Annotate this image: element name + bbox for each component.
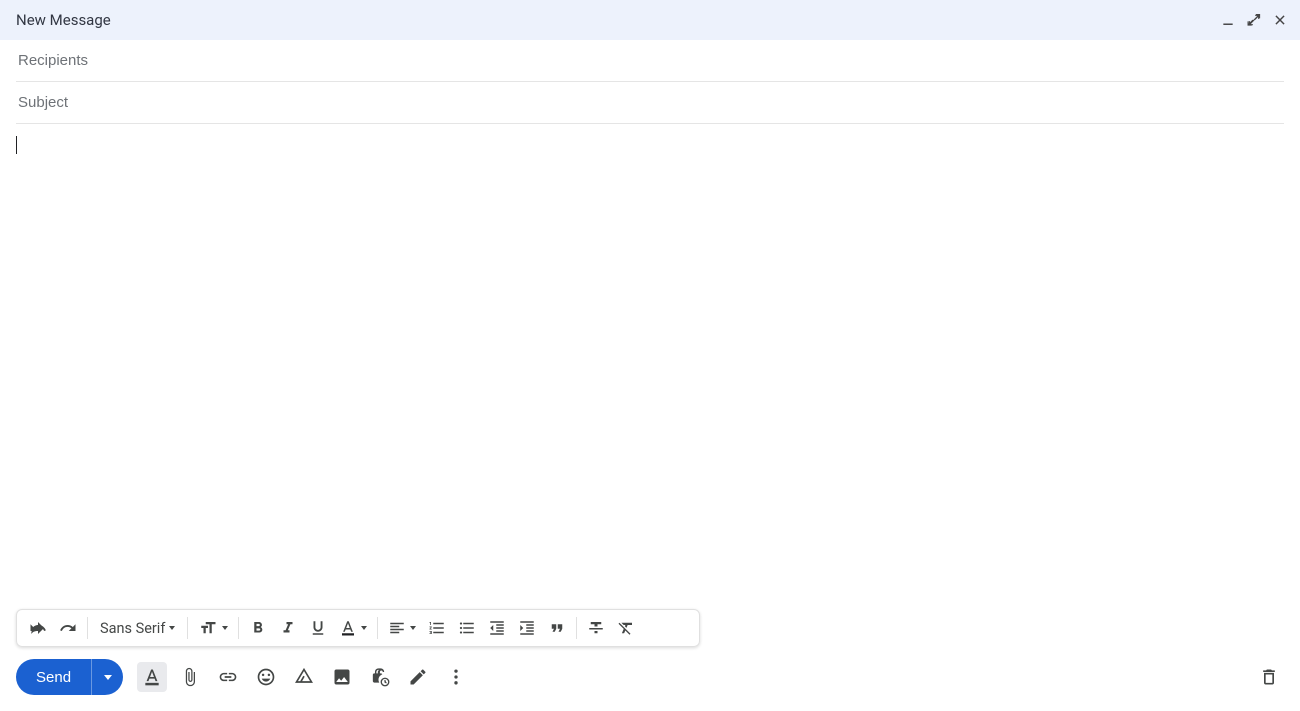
font-size-button[interactable] xyxy=(192,613,234,643)
remove-formatting-icon xyxy=(617,619,635,637)
redo-button[interactable] xyxy=(53,613,83,643)
window-controls xyxy=(1220,12,1288,28)
compose-fields xyxy=(0,40,1300,124)
more-options-button[interactable] xyxy=(441,662,471,692)
send-button-group: Send xyxy=(16,659,123,695)
redo-icon xyxy=(59,619,77,637)
text-color-icon xyxy=(339,619,357,637)
insert-signature-button[interactable] xyxy=(403,662,433,692)
remove-formatting-button[interactable] xyxy=(611,613,641,643)
caret-down-icon xyxy=(222,626,228,630)
bold-icon xyxy=(249,619,267,637)
subject-input[interactable] xyxy=(16,82,1284,123)
quote-icon xyxy=(548,619,566,637)
italic-icon xyxy=(279,619,297,637)
indent-less-button[interactable] xyxy=(482,613,512,643)
indent-more-icon xyxy=(518,619,536,637)
undo-button[interactable] xyxy=(23,613,53,643)
formatting-toolbar: Sans Serif xyxy=(16,609,700,647)
compose-window: New Message xyxy=(0,0,1300,711)
strikethrough-button[interactable] xyxy=(581,613,611,643)
insert-drive-button[interactable] xyxy=(289,662,319,692)
underline-icon xyxy=(309,619,327,637)
italic-button[interactable] xyxy=(273,613,303,643)
trash-icon xyxy=(1259,667,1279,687)
font-family-selector[interactable]: Sans Serif xyxy=(92,613,183,643)
compose-action-bar: Send xyxy=(0,655,1300,711)
minimize-button[interactable] xyxy=(1220,12,1236,28)
message-body[interactable] xyxy=(0,124,1300,609)
indent-more-button[interactable] xyxy=(512,613,542,643)
underline-button[interactable] xyxy=(303,613,333,643)
subject-row xyxy=(16,82,1284,124)
compose-title: New Message xyxy=(16,11,1220,29)
strikethrough-icon xyxy=(587,619,605,637)
indent-less-icon xyxy=(488,619,506,637)
close-icon xyxy=(1273,13,1287,27)
formatting-options-button[interactable] xyxy=(137,662,167,692)
font-size-icon xyxy=(198,619,218,637)
lock-clock-icon xyxy=(370,667,390,687)
close-button[interactable] xyxy=(1272,12,1288,28)
insert-emoji-button[interactable] xyxy=(251,662,281,692)
insert-photo-button[interactable] xyxy=(327,662,357,692)
align-button[interactable] xyxy=(382,613,422,643)
bulleted-list-button[interactable] xyxy=(452,613,482,643)
send-options-button[interactable] xyxy=(91,659,123,695)
paperclip-icon xyxy=(180,667,200,687)
compose-header: New Message xyxy=(0,0,1300,40)
undo-icon xyxy=(29,619,47,637)
quote-button[interactable] xyxy=(542,613,572,643)
caret-down-icon xyxy=(169,626,175,630)
pen-icon xyxy=(408,667,428,687)
recipients-row xyxy=(16,40,1284,82)
font-family-label: Sans Serif xyxy=(100,620,165,637)
caret-down-icon xyxy=(410,626,416,630)
numbered-list-icon xyxy=(428,619,446,637)
text-color-button[interactable] xyxy=(333,613,373,643)
image-icon xyxy=(332,667,352,687)
bold-button[interactable] xyxy=(243,613,273,643)
align-icon xyxy=(388,619,406,637)
text-cursor xyxy=(16,136,17,154)
caret-down-icon xyxy=(361,626,367,630)
compose-tools xyxy=(137,662,471,692)
recipients-input[interactable] xyxy=(16,40,1284,81)
numbered-list-button[interactable] xyxy=(422,613,452,643)
drive-icon xyxy=(294,667,314,687)
restore-icon xyxy=(1247,13,1261,27)
link-icon xyxy=(218,667,238,687)
attach-file-button[interactable] xyxy=(175,662,205,692)
discard-draft-button[interactable] xyxy=(1254,662,1284,692)
more-vert-icon xyxy=(446,667,466,687)
caret-down-icon xyxy=(104,675,112,680)
send-button[interactable]: Send xyxy=(16,659,91,695)
text-format-icon xyxy=(142,667,162,687)
confidential-mode-button[interactable] xyxy=(365,662,395,692)
minimize-icon xyxy=(1221,13,1235,27)
bulleted-list-icon xyxy=(458,619,476,637)
insert-link-button[interactable] xyxy=(213,662,243,692)
emoji-icon xyxy=(256,667,276,687)
restore-button[interactable] xyxy=(1246,12,1262,28)
